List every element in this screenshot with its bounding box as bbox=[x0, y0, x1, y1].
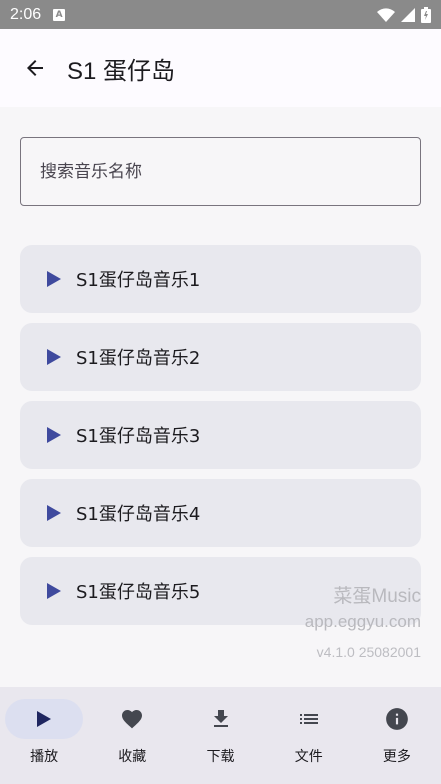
track-item[interactable]: S1蛋仔岛音乐2 bbox=[20, 323, 421, 391]
track-label: S1蛋仔岛音乐3 bbox=[76, 426, 201, 447]
list-icon bbox=[299, 714, 318, 724]
play-icon bbox=[47, 582, 63, 600]
status-icons bbox=[377, 6, 431, 23]
nav-label: 文件 bbox=[294, 749, 323, 765]
track-label: S1蛋仔岛音乐5 bbox=[76, 582, 201, 603]
bottom-navigation: 播放 收藏 下载 文件 更多 bbox=[0, 687, 441, 784]
heart-icon bbox=[122, 710, 143, 729]
play-icon bbox=[47, 426, 63, 444]
track-item[interactable]: S1蛋仔岛音乐1 bbox=[20, 245, 421, 313]
play-icon bbox=[47, 270, 63, 288]
track-label: S1蛋仔岛音乐1 bbox=[76, 270, 201, 291]
track-list: S1蛋仔岛音乐1 S1蛋仔岛音乐2 S1蛋仔岛音乐3 S1蛋仔岛音乐4 S1蛋仔… bbox=[20, 245, 421, 635]
nav-label: 下载 bbox=[206, 749, 235, 765]
search-field[interactable] bbox=[20, 137, 421, 206]
nav-label: 收藏 bbox=[118, 749, 147, 765]
nav-label: 播放 bbox=[30, 749, 59, 765]
play-icon bbox=[37, 711, 52, 727]
back-button[interactable] bbox=[13, 46, 57, 90]
nav-pill bbox=[270, 699, 348, 739]
nav-label: 更多 bbox=[382, 749, 411, 765]
nav-item-play[interactable]: 播放 bbox=[0, 687, 88, 784]
battery-icon bbox=[421, 6, 431, 23]
track-label: S1蛋仔岛音乐4 bbox=[76, 504, 201, 525]
signal-icon bbox=[401, 7, 415, 22]
status-time: 2:06 bbox=[10, 5, 42, 23]
watermark-site: app.eggyu.com bbox=[304, 612, 421, 631]
nav-item-more[interactable]: 更多 bbox=[353, 687, 441, 784]
status-bar: 2:06 A bbox=[0, 0, 441, 29]
notification-badge-icon: A bbox=[53, 8, 66, 21]
page-title: S1 蛋仔岛 bbox=[67, 57, 176, 85]
nav-item-files[interactable]: 文件 bbox=[265, 687, 353, 784]
arrow-back-icon bbox=[27, 60, 43, 76]
wifi-icon bbox=[377, 7, 395, 22]
watermark-brand: 菜蛋Music bbox=[333, 586, 421, 607]
version-label: v4.1.0 25082001 bbox=[316, 644, 421, 660]
main-content: S1蛋仔岛音乐1 S1蛋仔岛音乐2 S1蛋仔岛音乐3 S1蛋仔岛音乐4 S1蛋仔… bbox=[0, 107, 441, 687]
nav-pill bbox=[93, 699, 171, 739]
nav-item-download[interactable]: 下载 bbox=[176, 687, 264, 784]
nav-pill bbox=[358, 699, 436, 739]
track-item[interactable]: S1蛋仔岛音乐4 bbox=[20, 479, 421, 547]
nav-pill bbox=[182, 699, 260, 739]
download-icon bbox=[213, 710, 228, 727]
track-item[interactable]: S1蛋仔岛音乐3 bbox=[20, 401, 421, 469]
play-icon bbox=[47, 348, 63, 366]
nav-pill bbox=[5, 699, 84, 739]
track-label: S1蛋仔岛音乐2 bbox=[76, 348, 201, 369]
play-icon bbox=[47, 504, 63, 522]
info-icon bbox=[386, 708, 408, 730]
nav-item-favorites[interactable]: 收藏 bbox=[88, 687, 176, 784]
search-input[interactable] bbox=[40, 161, 400, 182]
app-bar: S1 蛋仔岛 bbox=[0, 29, 441, 107]
